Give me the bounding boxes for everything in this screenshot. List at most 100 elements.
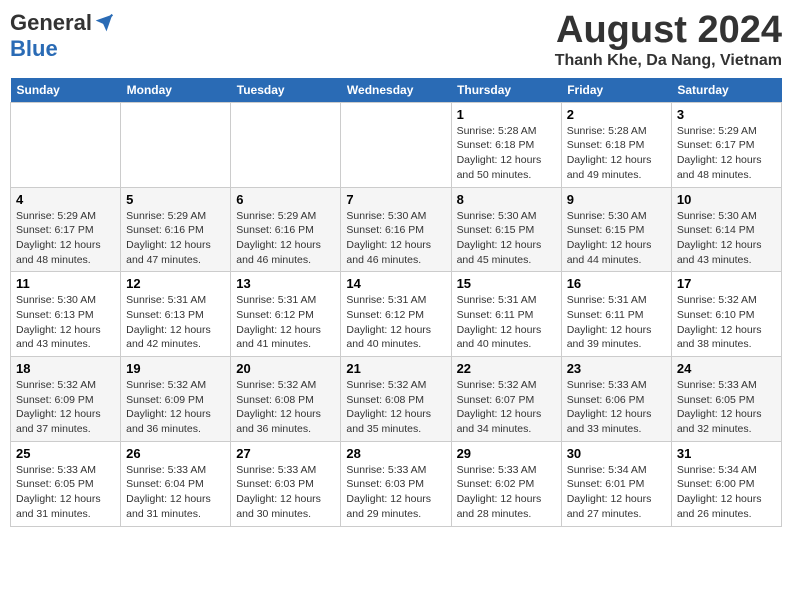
calendar-cell: 22 Sunrise: 5:32 AM Sunset: 6:07 PM Dayli… xyxy=(451,357,561,442)
day-info: Sunrise: 5:31 AM Sunset: 6:12 PM Dayligh… xyxy=(236,293,335,352)
calendar-cell: 7Sunrise: 5:30 AM Sunset: 6:16 PM Daylig… xyxy=(341,187,451,272)
week-row-1: 1 Sunrise: 5:28 AM Sunset: 6:18 PM Daylig… xyxy=(11,102,782,187)
logo-general-text: General xyxy=(10,10,92,36)
day-number: 6 xyxy=(236,192,335,207)
day-number: 24 xyxy=(677,361,776,376)
calendar-cell: 26 Sunrise: 5:33 AM Sunset: 6:04 PM Dayli… xyxy=(121,441,231,526)
day-number: 8 xyxy=(457,192,556,207)
calendar-cell: 30 Sunrise: 5:34 AM Sunset: 6:01 PM Dayli… xyxy=(561,441,671,526)
day-info: Sunrise: 5:33 AM Sunset: 6:02 PM Dayligh… xyxy=(457,463,556,522)
calendar-cell: 5 Sunrise: 5:29 AM Sunset: 6:16 PM Daylig… xyxy=(121,187,231,272)
day-info: Sunrise: 5:29 AM Sunset: 6:17 PM Dayligh… xyxy=(677,124,776,183)
calendar-cell: 25Sunrise: 5:33 AM Sunset: 6:05 PM Dayli… xyxy=(11,441,121,526)
calendar-cell: 2Sunrise: 5:28 AM Sunset: 6:18 PM Daylig… xyxy=(561,102,671,187)
location: Thanh Khe, Da Nang, Vietnam xyxy=(555,52,782,70)
day-info: Sunrise: 5:31 AM Sunset: 6:13 PM Dayligh… xyxy=(126,293,225,352)
bird-icon xyxy=(94,13,114,33)
day-number: 19 xyxy=(126,361,225,376)
calendar-cell: 9 Sunrise: 5:30 AM Sunset: 6:15 PM Daylig… xyxy=(561,187,671,272)
day-info: Sunrise: 5:31 AM Sunset: 6:12 PM Dayligh… xyxy=(346,293,445,352)
weekday-header-monday: Monday xyxy=(121,78,231,103)
day-info: Sunrise: 5:30 AM Sunset: 6:14 PM Dayligh… xyxy=(677,209,776,268)
day-number: 22 xyxy=(457,361,556,376)
month-year: August 2024 xyxy=(555,10,782,52)
day-number: 21 xyxy=(346,361,445,376)
day-number: 17 xyxy=(677,276,776,291)
calendar-cell xyxy=(11,102,121,187)
day-number: 15 xyxy=(457,276,556,291)
day-info: Sunrise: 5:29 AM Sunset: 6:16 PM Dayligh… xyxy=(126,209,225,268)
day-info: Sunrise: 5:33 AM Sunset: 6:05 PM Dayligh… xyxy=(677,378,776,437)
day-number: 25 xyxy=(16,446,115,461)
calendar-cell: 1 Sunrise: 5:28 AM Sunset: 6:18 PM Daylig… xyxy=(451,102,561,187)
weekday-header-sunday: Sunday xyxy=(11,78,121,103)
weekday-header-row: SundayMondayTuesdayWednesdayThursdayFrid… xyxy=(11,78,782,103)
day-info: Sunrise: 5:32 AM Sunset: 6:09 PM Dayligh… xyxy=(126,378,225,437)
calendar-cell xyxy=(121,102,231,187)
day-info: Sunrise: 5:32 AM Sunset: 6:08 PM Dayligh… xyxy=(346,378,445,437)
day-number: 28 xyxy=(346,446,445,461)
calendar-cell: 12 Sunrise: 5:31 AM Sunset: 6:13 PM Dayli… xyxy=(121,272,231,357)
day-number: 20 xyxy=(236,361,335,376)
week-row-3: 11Sunrise: 5:30 AM Sunset: 6:13 PM Dayli… xyxy=(11,272,782,357)
title-area: August 2024 Thanh Khe, Da Nang, Vietnam xyxy=(555,10,782,70)
day-number: 1 xyxy=(457,107,556,122)
weekday-header-saturday: Saturday xyxy=(671,78,781,103)
calendar-cell xyxy=(231,102,341,187)
day-number: 13 xyxy=(236,276,335,291)
day-number: 5 xyxy=(126,192,225,207)
calendar-cell: 19 Sunrise: 5:32 AM Sunset: 6:09 PM Dayli… xyxy=(121,357,231,442)
weekday-header-friday: Friday xyxy=(561,78,671,103)
calendar-cell: 29Sunrise: 5:33 AM Sunset: 6:02 PM Dayli… xyxy=(451,441,561,526)
calendar-cell: 4Sunrise: 5:29 AM Sunset: 6:17 PM Daylig… xyxy=(11,187,121,272)
day-number: 18 xyxy=(16,361,115,376)
calendar-cell: 3 Sunrise: 5:29 AM Sunset: 6:17 PM Daylig… xyxy=(671,102,781,187)
day-number: 4 xyxy=(16,192,115,207)
day-info: Sunrise: 5:31 AM Sunset: 6:11 PM Dayligh… xyxy=(457,293,556,352)
day-number: 30 xyxy=(567,446,666,461)
calendar-cell: 21 Sunrise: 5:32 AM Sunset: 6:08 PM Dayli… xyxy=(341,357,451,442)
day-info: Sunrise: 5:33 AM Sunset: 6:06 PM Dayligh… xyxy=(567,378,666,437)
day-info: Sunrise: 5:29 AM Sunset: 6:16 PM Dayligh… xyxy=(236,209,335,268)
calendar-cell: 13 Sunrise: 5:31 AM Sunset: 6:12 PM Dayli… xyxy=(231,272,341,357)
day-info: Sunrise: 5:33 AM Sunset: 6:03 PM Dayligh… xyxy=(346,463,445,522)
calendar-cell: 17 Sunrise: 5:32 AM Sunset: 6:10 PM Dayli… xyxy=(671,272,781,357)
calendar-cell: 16Sunrise: 5:31 AM Sunset: 6:11 PM Dayli… xyxy=(561,272,671,357)
day-number: 10 xyxy=(677,192,776,207)
calendar-cell: 20Sunrise: 5:32 AM Sunset: 6:08 PM Dayli… xyxy=(231,357,341,442)
day-info: Sunrise: 5:33 AM Sunset: 6:04 PM Dayligh… xyxy=(126,463,225,522)
day-info: Sunrise: 5:33 AM Sunset: 6:03 PM Dayligh… xyxy=(236,463,335,522)
week-row-5: 25Sunrise: 5:33 AM Sunset: 6:05 PM Dayli… xyxy=(11,441,782,526)
calendar-cell: 15 Sunrise: 5:31 AM Sunset: 6:11 PM Dayli… xyxy=(451,272,561,357)
day-info: Sunrise: 5:30 AM Sunset: 6:15 PM Dayligh… xyxy=(457,209,556,268)
calendar-cell: 18Sunrise: 5:32 AM Sunset: 6:09 PM Dayli… xyxy=(11,357,121,442)
calendar: SundayMondayTuesdayWednesdayThursdayFrid… xyxy=(10,78,782,527)
day-number: 2 xyxy=(567,107,666,122)
logo: General Blue xyxy=(10,10,114,62)
day-info: Sunrise: 5:28 AM Sunset: 6:18 PM Dayligh… xyxy=(457,124,556,183)
calendar-cell: 23 Sunrise: 5:33 AM Sunset: 6:06 PM Dayli… xyxy=(561,357,671,442)
calendar-cell: 31Sunrise: 5:34 AM Sunset: 6:00 PM Dayli… xyxy=(671,441,781,526)
day-info: Sunrise: 5:30 AM Sunset: 6:15 PM Dayligh… xyxy=(567,209,666,268)
day-number: 9 xyxy=(567,192,666,207)
calendar-cell: 24 Sunrise: 5:33 AM Sunset: 6:05 PM Dayli… xyxy=(671,357,781,442)
header: General Blue August 2024 Thanh Khe, Da N… xyxy=(10,10,782,70)
day-info: Sunrise: 5:31 AM Sunset: 6:11 PM Dayligh… xyxy=(567,293,666,352)
day-info: Sunrise: 5:32 AM Sunset: 6:07 PM Dayligh… xyxy=(457,378,556,437)
week-row-4: 18 Sunrise: 5:32 AM Sunset: 6:09 PM Dayli… xyxy=(11,357,782,442)
day-number: 23 xyxy=(567,361,666,376)
calendar-cell: 6 Sunrise: 5:29 AM Sunset: 6:16 PM Daylig… xyxy=(231,187,341,272)
calendar-cell: 27Sunrise: 5:33 AM Sunset: 6:03 PM Dayli… xyxy=(231,441,341,526)
day-number: 7 xyxy=(346,192,445,207)
calendar-cell: 14Sunrise: 5:31 AM Sunset: 6:12 PM Dayli… xyxy=(341,272,451,357)
day-number: 26 xyxy=(126,446,225,461)
weekday-header-wednesday: Wednesday xyxy=(341,78,451,103)
day-number: 3 xyxy=(677,107,776,122)
day-info: Sunrise: 5:34 AM Sunset: 6:01 PM Dayligh… xyxy=(567,463,666,522)
day-number: 12 xyxy=(126,276,225,291)
weekday-header-tuesday: Tuesday xyxy=(231,78,341,103)
day-info: Sunrise: 5:32 AM Sunset: 6:10 PM Dayligh… xyxy=(677,293,776,352)
calendar-cell xyxy=(341,102,451,187)
calendar-cell: 8 Sunrise: 5:30 AM Sunset: 6:15 PM Daylig… xyxy=(451,187,561,272)
logo-blue-text: Blue xyxy=(10,36,58,62)
